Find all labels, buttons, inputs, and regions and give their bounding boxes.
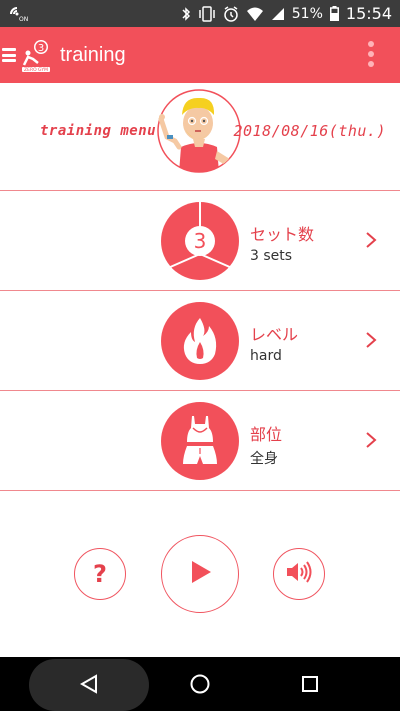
overflow-menu-icon[interactable]	[368, 41, 374, 67]
logo-number: 3	[38, 43, 44, 54]
sets-label: セット数	[250, 225, 315, 244]
sets-3-icon: 3	[161, 202, 239, 280]
body-part-row[interactable]: 部位 全身	[0, 391, 400, 490]
level-value: hard	[250, 348, 282, 364]
system-nav-bar	[0, 657, 400, 711]
nav-recents-icon[interactable]	[301, 675, 319, 693]
hamburger-menu-icon[interactable]	[2, 46, 16, 64]
training-date: 2018/08/16(thu.)	[233, 122, 386, 140]
volume-icon	[285, 561, 313, 587]
body-part-label: 部位	[250, 425, 283, 444]
nav-back-icon[interactable]	[79, 674, 99, 694]
full-body-icon	[161, 402, 239, 480]
help-icon: ?	[93, 560, 107, 588]
sets-value: 3 sets	[250, 248, 293, 264]
status-bar: ON 51% 15:54	[0, 0, 400, 27]
app-bar: 3 ZERO GYM training	[0, 27, 400, 83]
alarm-icon	[223, 5, 239, 22]
chevron-right-icon[interactable]	[364, 331, 378, 349]
chevron-right-icon[interactable]	[364, 231, 378, 249]
play-button[interactable]	[161, 535, 239, 613]
sets-number: 3	[194, 229, 207, 253]
vibrate-icon	[198, 5, 216, 22]
level-row[interactable]: レベル hard	[0, 291, 400, 390]
battery-percent: 51%	[291, 5, 323, 22]
battery-icon	[329, 6, 339, 21]
bluetooth-icon	[181, 6, 191, 22]
play-icon	[187, 559, 213, 589]
chevron-right-icon[interactable]	[364, 431, 378, 449]
training-menu-label: training menu	[40, 123, 157, 139]
wifi-icon	[246, 6, 264, 22]
nfc-icon: ON	[8, 5, 30, 23]
status-clock: 15:54	[345, 4, 392, 23]
body-part-value: 全身	[250, 451, 278, 467]
app-screen: ON 51% 15:54 3 ZERO GYM training trainin…	[0, 0, 400, 711]
logo-text: ZERO GYM	[24, 67, 48, 73]
signal-icon	[271, 7, 285, 21]
divider	[0, 490, 400, 491]
app-title: training	[60, 43, 126, 66]
nav-home-icon[interactable]	[189, 674, 211, 694]
sets-row[interactable]: 3 セット数 3 sets	[0, 191, 400, 290]
training-header: training menu 2018/08/16(thu.)	[0, 83, 400, 190]
trainer-mascot-icon	[157, 89, 241, 173]
level-label: レベル	[250, 325, 299, 344]
svg-text:ON: ON	[19, 16, 28, 23]
help-button[interactable]: ?	[74, 548, 126, 600]
flame-icon	[161, 302, 239, 380]
app-logo: 3 ZERO GYM	[18, 35, 54, 75]
sound-button[interactable]	[273, 548, 325, 600]
